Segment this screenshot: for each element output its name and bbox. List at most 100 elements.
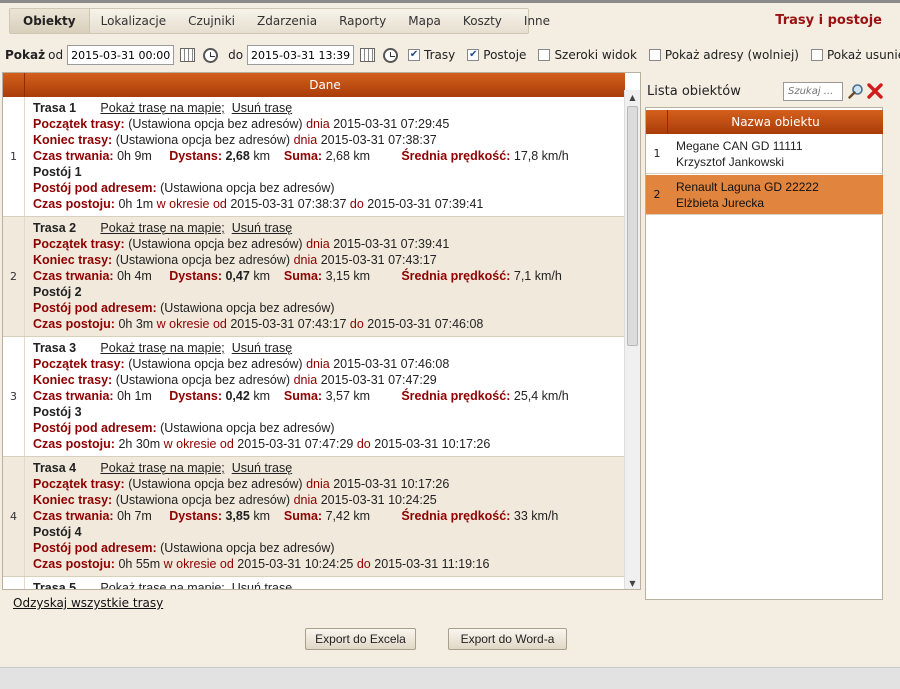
- page-title: Trasy i postoje: [775, 13, 882, 28]
- end-label: Koniec trasy:: [33, 493, 113, 507]
- nav-item-koszty[interactable]: Koszty: [452, 9, 513, 33]
- start-date: 2015-03-31 07:29:45: [333, 117, 450, 131]
- avg-speed-label: Średnia prędkość:: [401, 389, 511, 403]
- show-on-map-link[interactable]: Pokaż trasę na mapie;: [100, 341, 224, 355]
- show-on-map-link[interactable]: Pokaż trasę na mapie;: [100, 221, 224, 235]
- route-title: Trasa 3: [33, 341, 77, 355]
- date-from-input[interactable]: [67, 45, 175, 65]
- date-to-input[interactable]: [247, 45, 355, 65]
- no-address-text: (Ustawiona opcja bez adresów): [115, 373, 291, 387]
- avg-speed-label: Średnia prędkość:: [401, 269, 511, 283]
- duration-label: Czas trwania:: [33, 269, 114, 283]
- checkbox-checked-icon[interactable]: ✔: [467, 49, 480, 61]
- checkbox-icon[interactable]: [648, 49, 661, 61]
- duration-value: 0h 7m: [117, 509, 152, 523]
- start-label: Początek trasy:: [33, 117, 125, 131]
- table-row: 1 Trasa 1 Pokaż trasę na mapie; Usuń tra…: [3, 97, 625, 217]
- end-date: 2015-03-31 07:43:17: [320, 253, 437, 267]
- show-label: Pokaż: [5, 48, 46, 62]
- object-item-selected[interactable]: 2 Renault Laguna GD 22222 Elżbieta Jurec…: [646, 175, 883, 215]
- object-name: Megane CAN GD 11111: [676, 139, 803, 153]
- checkbox-checked-icon[interactable]: ✔: [408, 49, 421, 61]
- object-number: 1: [653, 147, 661, 160]
- row-content: Trasa 4 Pokaż trasę na mapie; Usuń trasę…: [25, 457, 558, 576]
- delete-route-link[interactable]: Usuń trasę: [232, 101, 292, 115]
- stop-time-label: Czas postoju:: [33, 317, 115, 331]
- end-label: Koniec trasy:: [33, 133, 113, 147]
- nav-item-obiekty[interactable]: Obiekty: [10, 9, 90, 33]
- start-date: 2015-03-31 10:17:26: [333, 477, 450, 491]
- vertical-scrollbar[interactable]: ▲ ▼: [624, 90, 640, 589]
- stop-to: 2015-03-31 10:17:26: [374, 437, 491, 451]
- distance-label: Dystans:: [169, 149, 222, 163]
- distance-unit: km: [253, 269, 270, 283]
- scrollbar-thumb[interactable]: [627, 106, 638, 346]
- delete-route-link[interactable]: Usuń trasę: [232, 581, 292, 589]
- scroll-down-icon[interactable]: ▼: [625, 576, 640, 589]
- on-day-label: dnia: [293, 493, 318, 507]
- object-header-name: Nazwa obiektu: [731, 115, 820, 129]
- calendar-icon[interactable]: [180, 48, 196, 62]
- clock-icon[interactable]: [203, 47, 219, 63]
- nav-item-inne[interactable]: Inne: [513, 9, 561, 33]
- start-date: 2015-03-31 07:46:08: [333, 357, 450, 371]
- avg-speed-value: 33 km/h: [513, 509, 559, 523]
- distance-unit: km: [253, 509, 270, 523]
- export-excel-button[interactable]: Export do Excela: [305, 628, 416, 650]
- filter-bar: Pokaż od do ✔ Trasy ✔ Postoje Szeroki wi…: [5, 44, 900, 66]
- checkbox-trasy[interactable]: ✔ Trasy: [408, 48, 455, 62]
- nav-item-zdarzenia[interactable]: Zdarzenia: [246, 9, 328, 33]
- stop-to: 2015-03-31 07:46:08: [367, 317, 484, 331]
- no-address-text: (Ustawiona opcja bez adresów): [115, 253, 291, 267]
- checkbox-pokaz-adresy[interactable]: Pokaż adresy (wolniej): [648, 48, 799, 62]
- search-icon[interactable]: [848, 83, 864, 99]
- export-word-button[interactable]: Export do Word-a: [448, 628, 567, 650]
- object-item[interactable]: 1 Megane CAN GD 11111 Krzysztof Jankowsk…: [646, 134, 883, 174]
- table-row: Trasa 5 Pokaż trasę na mapie; Usuń trasę: [3, 577, 625, 590]
- distance-value: 0,47: [225, 269, 250, 283]
- checkbox-label: Szeroki widok: [554, 48, 637, 62]
- checkbox-icon[interactable]: [810, 49, 823, 61]
- avg-speed-value: 7,1 km/h: [513, 269, 562, 283]
- checkbox-icon[interactable]: [538, 49, 551, 61]
- checkbox-postoje[interactable]: ✔ Postoje: [467, 48, 526, 62]
- delete-route-link[interactable]: Usuń trasę: [232, 221, 292, 235]
- calendar-icon[interactable]: [360, 48, 376, 62]
- recover-all-routes-link[interactable]: Odzyskaj wszystkie trasy: [13, 596, 163, 610]
- end-date: 2015-03-31 07:38:37: [320, 133, 437, 147]
- nav-item-lokalizacje[interactable]: Lokalizacje: [90, 9, 178, 33]
- object-driver: Elżbieta Jurecka: [676, 196, 765, 210]
- show-on-map-link[interactable]: Pokaż trasę na mapie;: [100, 101, 224, 115]
- delete-route-link[interactable]: Usuń trasę: [232, 461, 292, 475]
- scroll-up-icon[interactable]: ▲: [625, 90, 640, 104]
- stop-title: Postój 4: [33, 525, 82, 539]
- delete-route-link[interactable]: Usuń trasę: [232, 341, 292, 355]
- row-content: Trasa 2 Pokaż trasę na mapie; Usuń trasę…: [25, 217, 562, 336]
- show-on-map-link[interactable]: Pokaż trasę na mapie;: [100, 461, 224, 475]
- row-content: Trasa 3 Pokaż trasę na mapie; Usuń trasę…: [25, 337, 569, 456]
- search-input[interactable]: [783, 82, 843, 101]
- close-icon[interactable]: [866, 82, 884, 100]
- object-list-header: Nazwa obiektu: [646, 110, 883, 134]
- nav-item-mapa[interactable]: Mapa: [397, 9, 452, 33]
- sum-value: 2,68 km: [325, 149, 371, 163]
- nav-item-raporty[interactable]: Raporty: [328, 9, 397, 33]
- period-from-label: w okresie od: [163, 437, 234, 451]
- show-on-map-link[interactable]: Pokaż trasę na mapie;: [100, 581, 224, 589]
- checkbox-label: Postoje: [483, 48, 527, 62]
- checkbox-label: Pokaż adresy (wolniej): [664, 48, 799, 62]
- period-from-label: w okresie od: [156, 197, 227, 211]
- stop-duration: 2h 30m: [118, 437, 161, 451]
- distance-unit: km: [253, 389, 270, 403]
- checkbox-szeroki-widok[interactable]: Szeroki widok: [538, 48, 637, 62]
- nav-item-czujniki[interactable]: Czujniki: [177, 9, 246, 33]
- sum-label: Suma:: [283, 509, 323, 523]
- start-date: 2015-03-31 07:39:41: [333, 237, 450, 251]
- no-address-text: (Ustawiona opcja bez adresów): [128, 117, 303, 131]
- stop-to: 2015-03-31 07:39:41: [367, 197, 484, 211]
- stop-address-label: Postój pod adresem:: [33, 181, 157, 195]
- route-title: Trasa 5: [33, 581, 77, 590]
- table-header-num: [3, 73, 25, 97]
- checkbox-pokaz-usuniete[interactable]: Pokaż usunięte: [810, 48, 900, 62]
- clock-icon[interactable]: [383, 47, 399, 63]
